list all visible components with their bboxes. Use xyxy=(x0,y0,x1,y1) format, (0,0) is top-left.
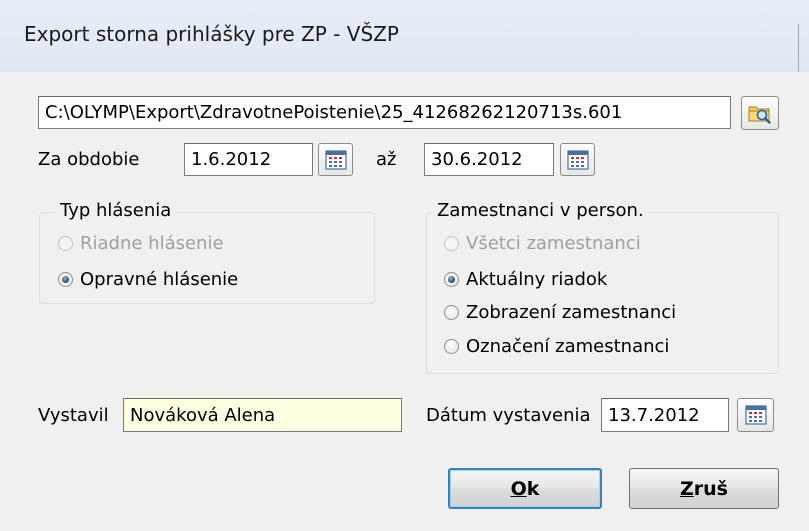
radio-marked-employees[interactable]: Označení zamestnanci xyxy=(444,336,669,357)
dialog-body: C:\OLYMP\Export\ZdravotnePoistenie\25_41… xyxy=(0,72,809,531)
report-type-title: Typ hlásenia xyxy=(56,200,176,221)
issuer-input[interactable]: Nováková Alena xyxy=(123,398,402,432)
issuer-label: Vystavil xyxy=(38,405,109,426)
radio-regular-report[interactable]: Riadne hlásenie xyxy=(58,233,224,254)
issuer-value: Nováková Alena xyxy=(130,404,276,426)
radio-label: Zobrazení zamestnanci xyxy=(466,302,677,323)
folder-search-icon xyxy=(748,106,771,124)
report-type-group xyxy=(39,212,375,304)
issue-date-value: 13.7.2012 xyxy=(608,404,700,426)
radio-button[interactable] xyxy=(444,305,459,320)
period-to-input[interactable]: 30.6.2012 xyxy=(424,143,554,176)
employees-title: Zamestnanci v person. xyxy=(433,200,648,221)
radio-label: Všetci zamestnanci xyxy=(466,233,641,254)
ok-button[interactable]: Ok xyxy=(448,468,602,509)
radio-label: Riadne hlásenie xyxy=(80,233,224,254)
browse-file-button[interactable] xyxy=(741,96,779,130)
radio-label: Opravné hlásenie xyxy=(80,269,239,290)
issue-date-calendar-button[interactable] xyxy=(737,398,774,432)
ok-mnemonic: O xyxy=(510,477,527,500)
period-from-input[interactable]: 1.6.2012 xyxy=(184,143,313,176)
cancel-mnemonic: Z xyxy=(680,477,694,500)
cancel-button[interactable]: Zruš xyxy=(629,468,779,509)
cancel-label-rest: ruš xyxy=(693,477,728,500)
file-path-value: C:\OLYMP\Export\ZdravotnePoistenie\25_41… xyxy=(45,102,623,123)
issue-date-label: Dátum vystavenia xyxy=(426,405,591,426)
ok-label-rest: k xyxy=(526,477,540,500)
radio-all-employees[interactable]: Všetci zamestnanci xyxy=(444,233,641,254)
calendar-icon xyxy=(324,149,347,170)
radio-button[interactable] xyxy=(444,339,459,354)
radio-corrective-report[interactable]: Opravné hlásenie xyxy=(58,269,238,290)
period-from-calendar-button[interactable] xyxy=(318,143,353,176)
period-label: Za obdobie xyxy=(38,149,140,170)
radio-button[interactable] xyxy=(58,272,73,287)
radio-label: Označení zamestnanci xyxy=(466,336,670,357)
radio-button[interactable] xyxy=(58,236,73,251)
calendar-icon xyxy=(744,405,767,425)
radio-label: Aktuálny riadok xyxy=(466,269,608,290)
export-dialog: Export storna prihlášky pre ZP - VŠZP C:… xyxy=(0,0,809,531)
radio-button[interactable] xyxy=(444,272,459,287)
radio-button[interactable] xyxy=(444,236,459,251)
issue-date-input[interactable]: 13.7.2012 xyxy=(601,398,729,432)
title-bar[interactable]: Export storna prihlášky pre ZP - VŠZP xyxy=(0,0,809,73)
period-to-value: 30.6.2012 xyxy=(431,149,523,170)
period-from-value: 1.6.2012 xyxy=(191,149,272,170)
radio-displayed-employees[interactable]: Zobrazení zamestnanci xyxy=(444,302,676,323)
window-title: Export storna prihlášky pre ZP - VŠZP xyxy=(24,22,399,46)
period-to-calendar-button[interactable] xyxy=(560,143,595,176)
title-bar-edge xyxy=(798,24,799,72)
radio-current-row[interactable]: Aktuálny riadok xyxy=(444,269,607,290)
period-separator: až xyxy=(376,149,397,170)
file-path-input[interactable]: C:\OLYMP\Export\ZdravotnePoistenie\25_41… xyxy=(38,96,731,129)
calendar-icon xyxy=(566,149,589,170)
